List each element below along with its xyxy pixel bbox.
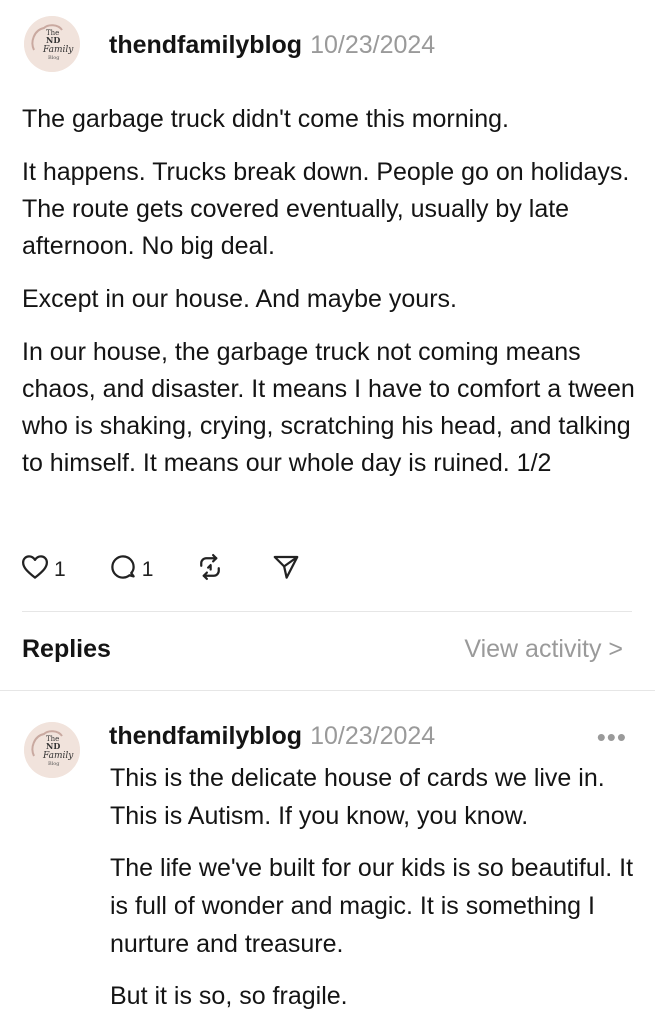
reply-paragraph: But it is so, so fragile. xyxy=(110,982,348,1010)
comment-button[interactable]: 1 xyxy=(108,552,154,588)
reply-date: 10/23/2024 xyxy=(310,722,436,750)
post-paragraph: It happens. Trucks break down. People go… xyxy=(22,158,630,260)
avatar-line-4: Blog xyxy=(48,761,60,767)
repost-icon xyxy=(195,552,229,588)
avatar-line-4: Blog xyxy=(48,55,60,61)
like-count: 1 xyxy=(54,558,66,581)
divider xyxy=(0,690,655,691)
reply-paragraph: The life we've built for our kids is so … xyxy=(110,854,634,958)
reply-body: This is the delicate house of cards we l… xyxy=(110,759,640,1029)
reply-username[interactable]: thendfamilyblog xyxy=(109,722,302,750)
reply-author-line: thendfamilyblog 10/23/2024 xyxy=(109,722,435,751)
view-activity-link[interactable]: View activity > xyxy=(464,635,623,664)
post-body: The garbage truck didn't come this morni… xyxy=(22,101,642,498)
avatar-line-2: ND xyxy=(46,741,60,751)
post-paragraph: In our house, the garbage truck not comi… xyxy=(22,338,635,477)
replies-heading: Replies xyxy=(22,635,111,663)
avatar-line-3: Family xyxy=(42,751,74,761)
divider xyxy=(22,611,632,612)
post-paragraph: The garbage truck didn't come this morni… xyxy=(22,105,509,133)
post-author-line: thendfamilyblog 10/23/2024 xyxy=(109,31,435,60)
avatar-line-2: ND xyxy=(46,35,60,45)
repost-button[interactable] xyxy=(195,552,229,588)
comment-count: 1 xyxy=(141,558,154,581)
post-username[interactable]: thendfamilyblog xyxy=(109,31,302,59)
like-button[interactable]: 1 xyxy=(20,552,66,588)
post-avatar[interactable]: The ND Family Blog xyxy=(24,16,80,72)
comment-icon xyxy=(108,552,142,588)
post-actions: 1 1 xyxy=(20,552,347,588)
heart-icon xyxy=(20,552,54,588)
post-date: 10/23/2024 xyxy=(310,31,436,59)
post-paragraph: Except in our house. And maybe yours. xyxy=(22,285,457,313)
more-icon[interactable]: ••• xyxy=(597,722,627,753)
avatar-line-3: Family xyxy=(42,45,74,55)
share-button[interactable] xyxy=(271,552,305,588)
reply-paragraph: This is the delicate house of cards we l… xyxy=(110,764,605,830)
share-icon xyxy=(271,552,305,588)
reply-avatar[interactable]: The ND Family Blog xyxy=(24,722,80,778)
